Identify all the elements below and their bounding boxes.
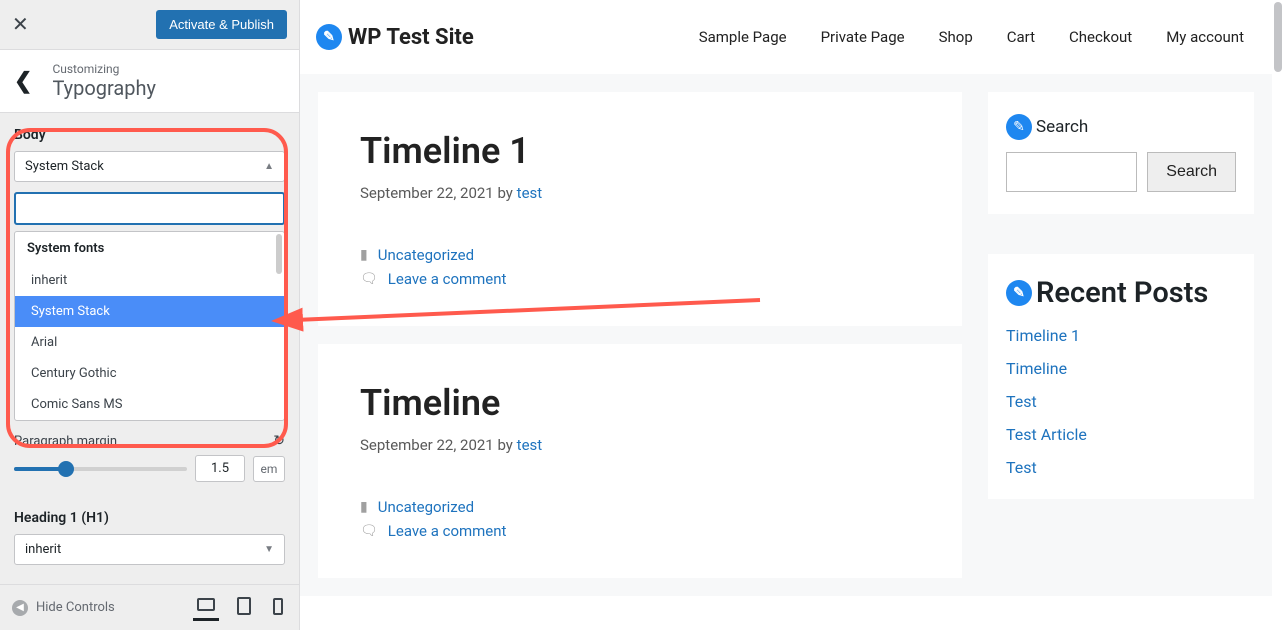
- comment-link[interactable]: Leave a comment: [388, 270, 507, 288]
- paragraph-margin-slider[interactable]: [14, 467, 187, 471]
- tablet-icon: [237, 597, 251, 615]
- nav-item[interactable]: Checkout: [1069, 28, 1132, 46]
- paragraph-margin-unit[interactable]: em: [253, 456, 285, 482]
- primary-nav: Sample Page Private Page Shop Cart Check…: [699, 28, 1244, 46]
- close-customizer-button[interactable]: ✕: [12, 12, 29, 37]
- body-font-selected-value: System Stack: [25, 159, 104, 174]
- reset-icon[interactable]: ↻: [273, 433, 285, 449]
- paragraph-margin-label: Paragraph margin: [14, 434, 117, 449]
- activate-publish-button[interactable]: Activate & Publish: [156, 10, 287, 39]
- widget-title: Search: [1036, 117, 1088, 137]
- comment-link[interactable]: Leave a comment: [388, 522, 507, 540]
- search-input[interactable]: [1006, 152, 1137, 192]
- section-title: Typography: [52, 76, 156, 100]
- heading1-selected-value: inherit: [25, 542, 61, 557]
- font-search-input[interactable]: [14, 192, 285, 225]
- post-card: Timeline 1 September 22, 2021 by test ▮ …: [318, 92, 962, 326]
- search-widget: ✎ Search Search: [988, 92, 1254, 214]
- post-title[interactable]: Timeline: [360, 382, 920, 424]
- dropdown-scrollbar[interactable]: [276, 234, 282, 274]
- nav-item[interactable]: Private Page: [821, 28, 905, 46]
- site-logo[interactable]: ✎ WP Test Site: [316, 24, 474, 50]
- back-button[interactable]: ❮: [14, 68, 32, 94]
- pencil-icon: ✎: [316, 24, 342, 50]
- panel-scroll[interactable]: Body System Stack ▲ System fonts inherit…: [0, 113, 299, 584]
- hide-controls-button[interactable]: ◀ Hide Controls: [12, 600, 179, 616]
- nav-item[interactable]: Sample Page: [699, 28, 787, 46]
- post-author-link[interactable]: test: [517, 436, 543, 454]
- collapse-icon: ◀: [12, 600, 28, 616]
- comment-icon: 🗨: [360, 271, 378, 287]
- post-card: Timeline September 22, 2021 by test ▮ Un…: [318, 344, 962, 578]
- search-button[interactable]: Search: [1147, 152, 1236, 192]
- recent-posts-list: Timeline 1 Timeline Test Test Article Te…: [1006, 326, 1236, 477]
- caret-down-icon: ▼: [264, 544, 274, 555]
- nav-item[interactable]: Cart: [1007, 28, 1035, 46]
- device-tablet-button[interactable]: [233, 593, 255, 622]
- recent-posts-widget: ✎ Recent Posts Timeline 1 Timeline Test …: [988, 254, 1254, 499]
- comment-icon: 🗨: [360, 523, 378, 539]
- pencil-icon[interactable]: ✎: [1006, 114, 1032, 140]
- caret-up-icon: ▲: [264, 161, 274, 172]
- device-desktop-button[interactable]: [193, 594, 219, 621]
- widget-title: Recent Posts: [1036, 276, 1208, 310]
- nav-item[interactable]: Shop: [939, 28, 973, 46]
- pencil-icon[interactable]: ✎: [1006, 280, 1032, 306]
- breadcrumb: Customizing: [52, 62, 156, 76]
- body-font-select[interactable]: System Stack ▲: [14, 151, 285, 182]
- post-meta: September 22, 2021 by test: [360, 184, 920, 202]
- recent-post-link[interactable]: Test: [1006, 458, 1037, 477]
- section-header: ❮ Customizing Typography: [0, 50, 299, 113]
- font-option-inherit[interactable]: inherit: [15, 265, 284, 296]
- font-dropdown-list[interactable]: System fonts inherit System Stack Arial …: [14, 231, 285, 421]
- paragraph-margin-value[interactable]: 1.5: [195, 455, 245, 482]
- font-option-system-stack[interactable]: System Stack: [15, 296, 284, 327]
- recent-post-link[interactable]: Test Article: [1006, 425, 1087, 444]
- slider-thumb[interactable]: [58, 461, 74, 477]
- recent-post-link[interactable]: Timeline 1: [1006, 326, 1080, 345]
- desktop-icon: [197, 598, 215, 611]
- post-author-link[interactable]: test: [517, 184, 543, 202]
- category-link[interactable]: Uncategorized: [378, 246, 474, 264]
- recent-post-link[interactable]: Timeline: [1006, 359, 1067, 378]
- mobile-icon: [273, 598, 283, 615]
- font-group-heading: System fonts: [15, 232, 284, 265]
- folder-icon: ▮: [360, 247, 368, 263]
- recent-post-link[interactable]: Test: [1006, 392, 1037, 411]
- folder-icon: ▮: [360, 499, 368, 515]
- site-title: WP Test Site: [348, 25, 474, 50]
- body-font-label: Body: [0, 113, 299, 151]
- post-title[interactable]: Timeline 1: [360, 130, 920, 172]
- heading1-font-select[interactable]: inherit ▼: [14, 534, 285, 565]
- heading1-label: Heading 1 (H1): [0, 496, 299, 534]
- site-preview[interactable]: ✎ WP Test Site Sample Page Private Page …: [300, 0, 1284, 630]
- font-option-arial[interactable]: Arial: [15, 327, 284, 358]
- customizer-sidebar: ✕ Activate & Publish ❮ Customizing Typog…: [0, 0, 300, 630]
- device-mobile-button[interactable]: [269, 594, 287, 622]
- nav-item[interactable]: My account: [1166, 28, 1244, 46]
- preview-scrollbar[interactable]: [1274, 2, 1282, 72]
- font-option-comic-sans[interactable]: Comic Sans MS: [15, 389, 284, 420]
- post-meta: September 22, 2021 by test: [360, 436, 920, 454]
- category-link[interactable]: Uncategorized: [378, 498, 474, 516]
- font-option-century-gothic[interactable]: Century Gothic: [15, 358, 284, 389]
